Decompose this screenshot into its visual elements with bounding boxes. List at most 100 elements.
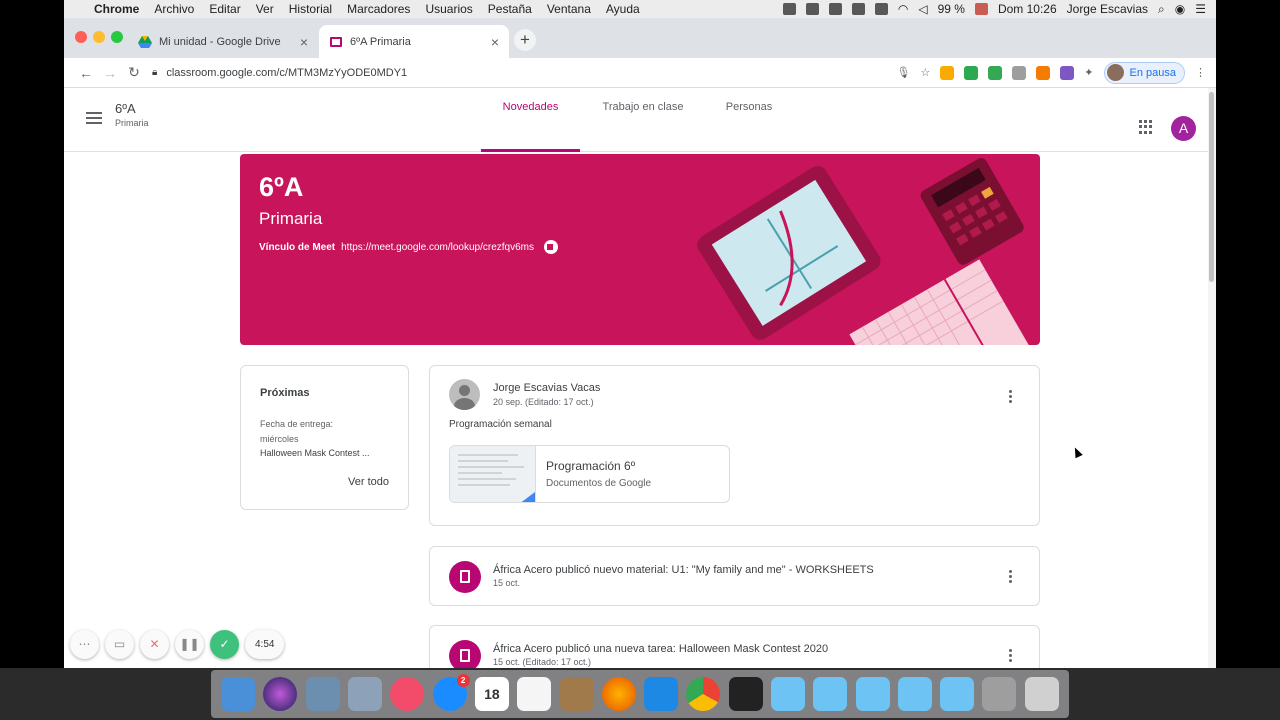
- class-name[interactable]: 6ºA: [115, 101, 136, 116]
- preview-icon[interactable]: [305, 677, 340, 711]
- reload-button[interactable]: ↻: [122, 64, 146, 81]
- pause-recording-button[interactable]: ❚❚: [175, 630, 204, 659]
- app-store-icon[interactable]: 2: [432, 674, 470, 711]
- bookmark-star-icon[interactable]: ☆: [920, 66, 930, 79]
- attachment-title: Programación 6º: [546, 459, 636, 473]
- zoom-window-button[interactable]: [111, 31, 123, 43]
- firefox-icon[interactable]: [601, 677, 636, 711]
- author-name: Jorge Escavias Vacas: [493, 382, 601, 394]
- back-button[interactable]: ←: [74, 65, 98, 81]
- menu-item[interactable]: Editar: [209, 2, 240, 16]
- user-menu[interactable]: Jorge Escavias: [1067, 2, 1148, 16]
- microphone-icon[interactable]: [782, 3, 796, 15]
- finish-recording-button[interactable]: ✓: [210, 630, 239, 659]
- tab-novedades[interactable]: Novedades: [481, 88, 580, 152]
- browser-tab-drive[interactable]: Mi unidad - Google Drive ×: [128, 25, 318, 58]
- menu-item[interactable]: Pestaña: [488, 2, 532, 16]
- tab-personas[interactable]: Personas: [714, 88, 784, 152]
- address-bar[interactable]: 🔒︎ classroom.google.com/c/MTM3MzYyODE0MD…: [152, 60, 852, 86]
- post-date: 20 sep. (Editado: 17 oct.): [493, 397, 594, 407]
- notification-center-icon[interactable]: ☰: [1195, 2, 1206, 16]
- new-tab-button[interactable]: +: [514, 29, 536, 51]
- chrome-menu-icon[interactable]: ⋮: [1195, 66, 1206, 79]
- wifi-icon[interactable]: ◠: [898, 2, 908, 16]
- menu-item[interactable]: Ventana: [547, 2, 591, 16]
- profile-button[interactable]: En pausa: [1103, 61, 1185, 84]
- more-options-icon[interactable]: [1009, 649, 1013, 662]
- hamburger-menu-icon[interactable]: [86, 112, 102, 124]
- page-scrollbar[interactable]: [1208, 88, 1216, 668]
- chrome-icon[interactable]: [686, 677, 721, 711]
- announcement-card: Jorge Escavias Vacas 20 sep. (Editado: 1…: [429, 365, 1040, 526]
- downloads-stack-icon[interactable]: [982, 677, 1017, 711]
- dropbox-icon[interactable]: [828, 3, 842, 15]
- screenshot-icon[interactable]: [348, 677, 383, 711]
- siri-icon[interactable]: [263, 677, 298, 711]
- menu-item[interactable]: Marcadores: [347, 2, 410, 16]
- folder-icon[interactable]: [855, 677, 890, 711]
- view-all-link[interactable]: Ver todo: [348, 476, 389, 488]
- stream-item[interactable]: África Acero publicó una nueva tarea: Ha…: [429, 625, 1040, 668]
- openoffice-icon[interactable]: [644, 677, 679, 711]
- video-camera-icon[interactable]: [544, 240, 558, 254]
- extensions-puzzle-icon[interactable]: ✦: [1084, 66, 1093, 79]
- extension-icon[interactable]: [1012, 65, 1027, 80]
- google-apps-icon[interactable]: [1139, 120, 1153, 134]
- profile-status: En pausa: [1129, 66, 1176, 79]
- status-icon[interactable]: [805, 3, 819, 15]
- calendar-icon[interactable]: 18: [474, 677, 509, 711]
- trash-icon[interactable]: [1024, 677, 1059, 711]
- more-options-icon[interactable]: [1009, 390, 1013, 403]
- extension-icon[interactable]: [1036, 65, 1051, 80]
- more-options-icon[interactable]: [1009, 570, 1013, 583]
- extension-icon[interactable]: [940, 65, 955, 80]
- menu-item[interactable]: Usuarios: [425, 2, 472, 16]
- menu-item[interactable]: Archivo: [154, 2, 194, 16]
- clock[interactable]: Dom 10:26: [998, 2, 1057, 16]
- menu-item[interactable]: Ver: [256, 2, 274, 16]
- camera-toggle-icon[interactable]: ▭: [105, 630, 134, 659]
- tab-close-icon[interactable]: ×: [491, 34, 499, 50]
- lock-icon[interactable]: 🔒︎: [152, 67, 157, 78]
- upcoming-title: Próximas: [260, 387, 310, 399]
- app-menu[interactable]: Chrome: [94, 2, 139, 16]
- microphone-icon[interactable]: 🎙︎: [896, 66, 910, 79]
- menu-item[interactable]: Historial: [289, 2, 332, 16]
- flag-icon[interactable]: [974, 3, 988, 15]
- forward-button[interactable]: →: [98, 65, 122, 81]
- applications-folder-icon[interactable]: [897, 677, 932, 711]
- google-drive-icon: [138, 35, 152, 48]
- attachment-card[interactable]: Programación 6º Documentos de Google: [449, 445, 730, 503]
- cloud-icon[interactable]: [851, 3, 865, 15]
- battery-status[interactable]: 99 %: [938, 2, 965, 16]
- minimize-window-button[interactable]: [93, 31, 105, 43]
- menu-item[interactable]: Ayuda: [606, 2, 640, 16]
- close-window-button[interactable]: [75, 31, 87, 43]
- meet-link[interactable]: https://meet.google.com/lookup/crezfqv6m…: [341, 242, 534, 253]
- stream-item[interactable]: África Acero publicó nuevo material: U1:…: [429, 546, 1040, 606]
- profile-avatar: [1106, 64, 1124, 81]
- documents-folder-icon[interactable]: [940, 677, 975, 711]
- url-text: classroom.google.com/c/MTM3MzYyODE0MDY1: [166, 66, 408, 79]
- extension-icon[interactable]: [1060, 65, 1075, 80]
- finder-icon[interactable]: [221, 677, 256, 711]
- terminal-icon[interactable]: [728, 677, 763, 711]
- reminders-icon[interactable]: [517, 677, 552, 711]
- upcoming-item[interactable]: Halloween Mask Contest ...: [260, 448, 395, 458]
- time-machine-icon[interactable]: [874, 3, 888, 15]
- folder-icon[interactable]: [813, 677, 848, 711]
- recorder-menu-icon[interactable]: ⋯: [70, 630, 99, 659]
- discard-recording-button[interactable]: ✕: [140, 630, 169, 659]
- volume-icon[interactable]: ◁: [918, 2, 927, 16]
- evernote-icon[interactable]: [964, 65, 979, 80]
- folder-icon[interactable]: [771, 677, 805, 711]
- notes-icon[interactable]: [559, 677, 594, 711]
- siri-icon[interactable]: ◉: [1175, 2, 1185, 16]
- account-avatar[interactable]: A: [1171, 116, 1196, 141]
- tab-trabajo-en-clase[interactable]: Trabajo en clase: [594, 88, 692, 152]
- tab-close-icon[interactable]: ×: [300, 34, 308, 50]
- extension-icon[interactable]: [988, 65, 1003, 80]
- browser-tab-classroom[interactable]: 6ºA Primaria ×: [319, 25, 509, 58]
- itunes-icon[interactable]: [390, 677, 425, 711]
- spotlight-icon[interactable]: ⌕: [1158, 2, 1165, 17]
